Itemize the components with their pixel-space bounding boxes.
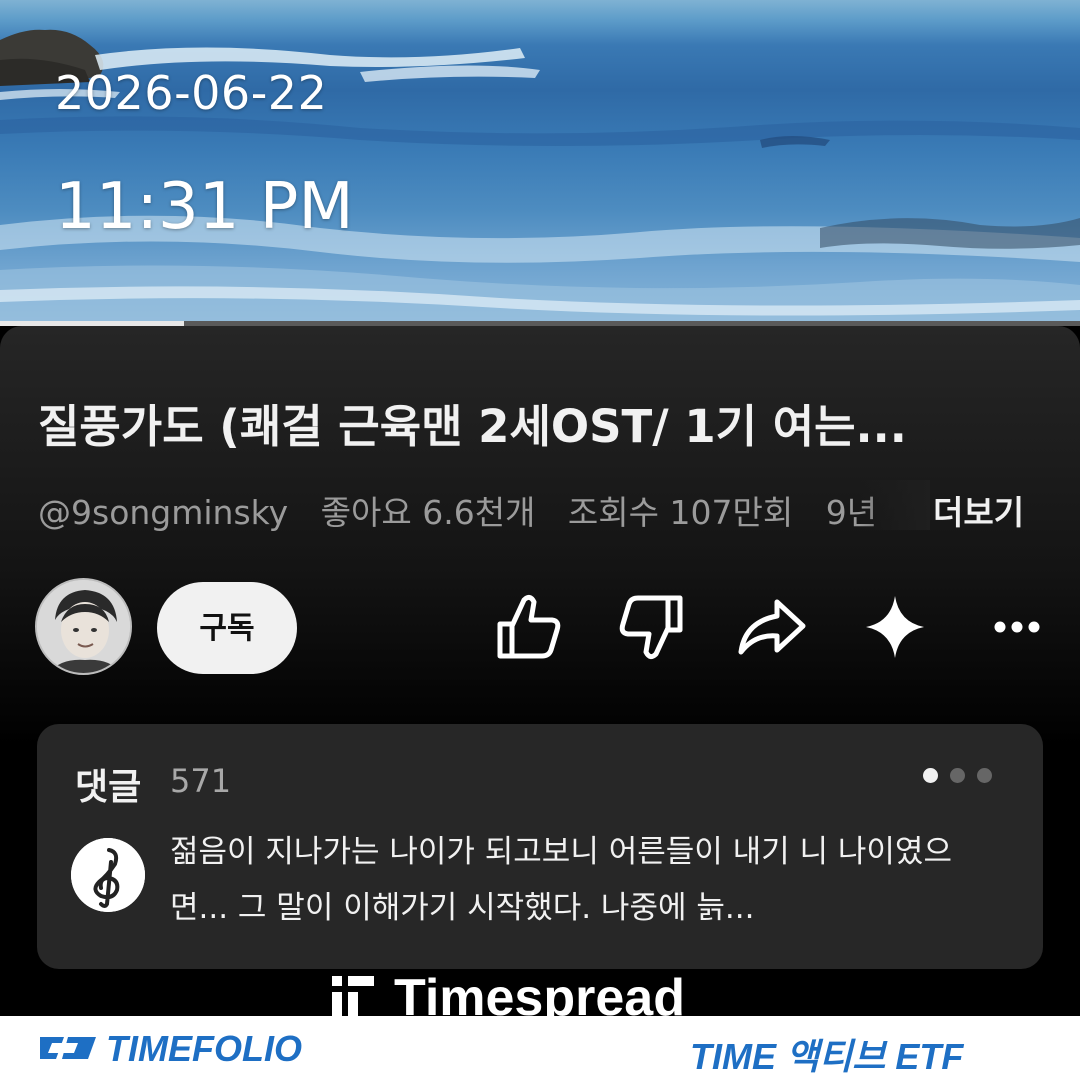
timestamp-time: 11:31 PM (55, 170, 354, 244)
like-count: 좋아요 6.6천개 (320, 493, 536, 532)
video-player[interactable]: 2026-06-22 11:31 PM (0, 0, 1080, 325)
video-metadata[interactable]: @9songminsky 좋아요 6.6천개 조회수 107만회 9년 (38, 486, 928, 534)
channel-avatar[interactable] (35, 578, 132, 675)
time-active-etf-brand[interactable]: TIME 액티브 ETF (690, 1028, 963, 1080)
ocean-video-frame (0, 29, 1080, 325)
more-options-icon (994, 621, 1040, 633)
ai-ask-button[interactable] (860, 590, 930, 664)
thumbs-up-icon (497, 594, 561, 659)
view-count: 조회수 107만회 (567, 493, 794, 532)
more-button[interactable]: 더보기 (933, 486, 1024, 534)
thumbs-down-icon (619, 595, 683, 660)
top-comment-text: 젊음이 지나가는 나이가 되고보니 어른들이 내기 니 나이였으면... 그 말… (170, 834, 952, 926)
more-options-button[interactable] (992, 618, 1042, 640)
comments-count: 571 (170, 762, 232, 800)
timefolio-text: TIMEFOLIO (106, 1028, 302, 1069)
commenter-avatar[interactable] (71, 838, 145, 912)
channel-handle[interactable]: @9songminsky (38, 493, 288, 532)
share-button[interactable] (737, 590, 807, 664)
sparkle-icon (866, 596, 924, 658)
dislike-button[interactable] (616, 590, 686, 664)
like-button[interactable] (494, 590, 564, 664)
metadata-fade (860, 480, 930, 530)
pager-dot (950, 768, 965, 783)
video-title[interactable]: 질풍가도 (쾌걸 근육맨 2세OST/ 1기 여는... (38, 390, 1048, 455)
share-icon (738, 599, 806, 655)
timefolio-brand[interactable]: TIMEFOLIO (38, 1028, 302, 1072)
treble-clef-avatar-icon (71, 838, 145, 912)
pager-dot (923, 768, 938, 783)
timestamp-date: 2026-06-22 (55, 66, 328, 120)
comments-pager (923, 768, 1004, 787)
comments-label: 댓글 (75, 767, 142, 808)
pager-dot (977, 768, 992, 783)
comments-card[interactable]: 댓글 571 젊음이 지나가는 나이가 되고보니 어른들이 내기 니 나이였으면… (37, 724, 1043, 969)
avatar-face-icon (37, 580, 130, 673)
timefolio-logo-icon (38, 1030, 98, 1072)
subscribe-button[interactable]: 구독 (157, 582, 297, 674)
